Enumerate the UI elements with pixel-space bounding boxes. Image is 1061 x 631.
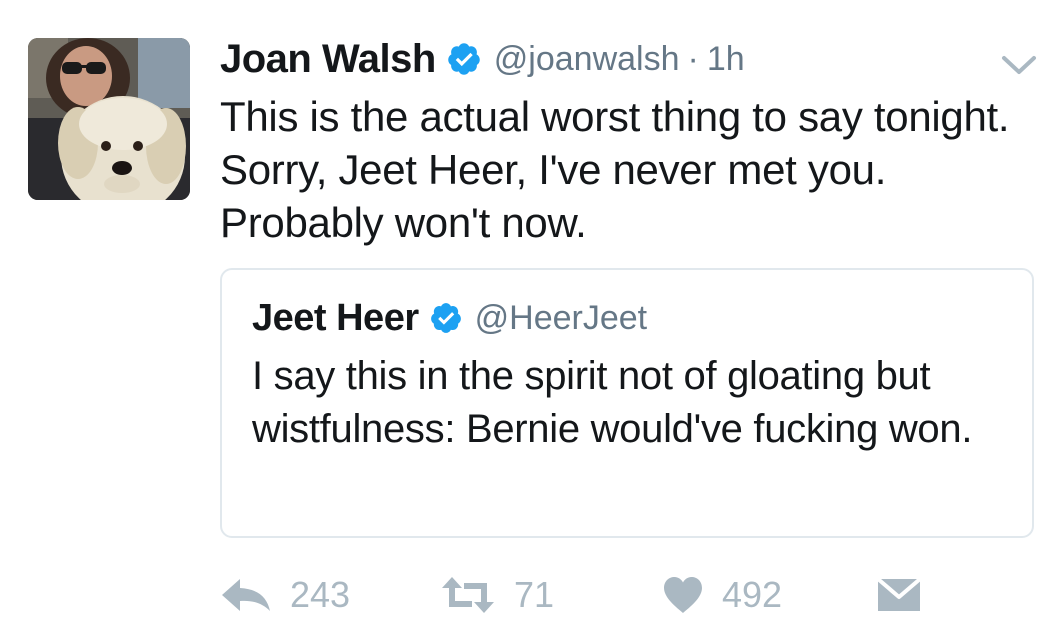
tweet-text: This is the actual worst thing to say to… (220, 93, 1010, 246)
separator-dot: · (687, 39, 699, 78)
like-button[interactable]: 492 (662, 570, 782, 620)
quoted-tweet-card[interactable]: Jeet Heer @HeerJeet I say this in the sp… (220, 268, 1034, 538)
retweet-count: 71 (514, 574, 555, 615)
avatar-image (28, 38, 190, 200)
avatar[interactable] (28, 38, 190, 200)
quoted-author-handle: @HeerJeet (474, 298, 648, 337)
direct-message-icon (876, 577, 922, 611)
reply-button[interactable]: 243 (220, 570, 350, 620)
verified-badge-icon (430, 303, 461, 333)
quoted-author-name: Jeet Heer (252, 296, 419, 339)
timestamp[interactable]: 1h (707, 40, 745, 79)
author-name[interactable]: Joan Walsh (220, 37, 436, 82)
tweet-header: Joan Walsh @joanwalsh · 1h (220, 34, 745, 84)
reply-count: 243 (290, 574, 351, 615)
heart-icon (664, 577, 702, 613)
direct-message-button[interactable] (876, 570, 922, 620)
retweet-icon (442, 577, 494, 613)
quoted-tweet-text: I say this in the spirit not of gloating… (252, 354, 973, 451)
chevron-down-icon[interactable] (1000, 52, 1038, 78)
like-count: 492 (722, 574, 783, 615)
retweet-button[interactable]: 71 (440, 570, 554, 620)
reply-icon (222, 579, 270, 611)
tweet-actions: 243 71 492 (220, 570, 940, 620)
verified-badge-icon (448, 43, 480, 75)
author-handle[interactable]: @joanwalsh (494, 40, 680, 79)
quoted-tweet-header: Jeet Heer @HeerJeet (252, 296, 647, 340)
